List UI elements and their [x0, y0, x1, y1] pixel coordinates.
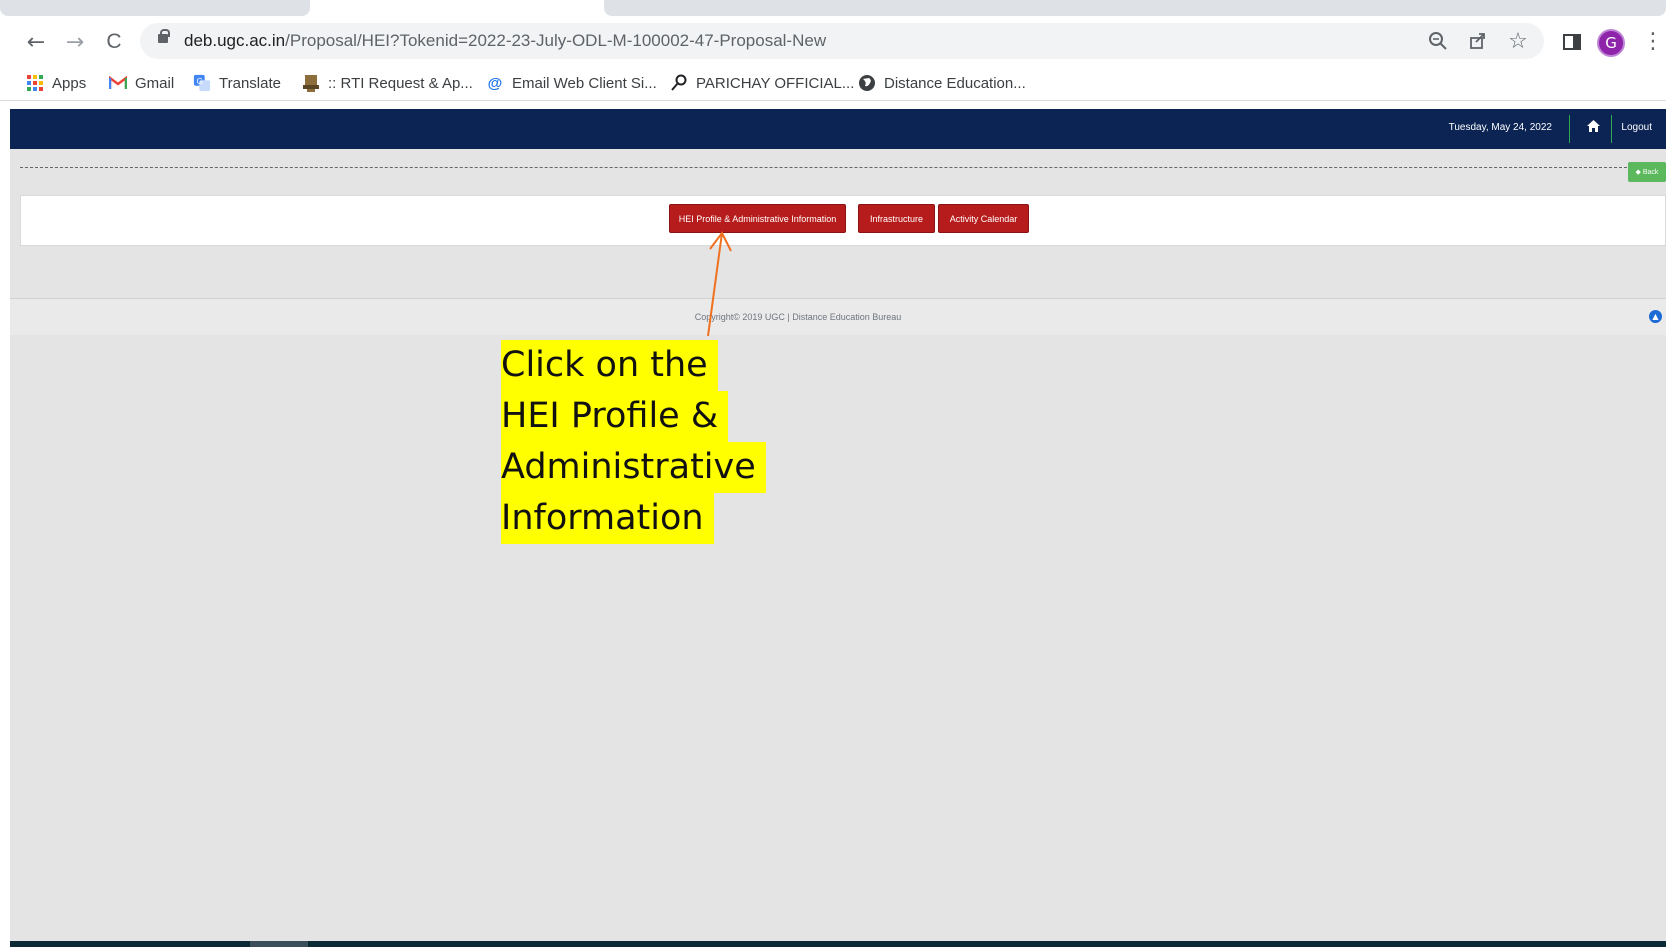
page-viewport: Tuesday, May 24, 2022 Logout ◆ Back HEI …	[10, 109, 1666, 947]
translate-icon: G	[193, 74, 211, 92]
back-button[interactable]: ◆ Back	[1628, 162, 1666, 182]
bookmark-apps[interactable]: Apps	[26, 71, 86, 95]
annotation-line: HEI Profile &	[501, 391, 729, 442]
browser-tab[interactable]	[0, 0, 310, 16]
bookmark-label: Email Web Client Si...	[512, 74, 657, 92]
home-icon[interactable]	[1586, 120, 1600, 134]
dashed-divider	[20, 167, 1632, 168]
bookmark-distance-education[interactable]: Distance Education...	[858, 71, 1026, 95]
tab-panel: HEI Profile & Administrative Information…	[20, 195, 1666, 246]
scroll-to-top-icon[interactable]: ▲	[1649, 310, 1662, 323]
browser-toolbar: ← → C deb.ugc.ac.in/Proposal/HEI?Tokenid…	[0, 20, 1666, 64]
key-icon	[670, 74, 688, 92]
globe-icon	[858, 74, 876, 92]
reload-icon[interactable]: C	[100, 28, 128, 56]
browser-tab-strip	[0, 0, 1666, 20]
profile-avatar[interactable]: G	[1597, 29, 1625, 57]
bookmark-translate[interactable]: G Translate	[193, 71, 281, 95]
annotation-line: Information	[501, 493, 714, 544]
url-host: deb.ugc.ac.in	[184, 31, 286, 50]
at-sign-icon: @	[487, 74, 503, 92]
bookmark-label: Apps	[52, 74, 87, 92]
side-panel-icon[interactable]	[1560, 30, 1584, 54]
kebab-menu-icon[interactable]: ⋮	[1642, 29, 1664, 57]
bookmark-email-web-client[interactable]: @ Email Web Client Si...	[486, 71, 657, 95]
bookmark-label: Translate	[219, 74, 281, 92]
viewport-left-edge	[0, 109, 10, 947]
taskbar-item	[250, 941, 308, 947]
bookmark-label: Distance Education...	[884, 74, 1026, 92]
svg-text:G: G	[197, 77, 203, 86]
lock-icon	[158, 29, 170, 43]
zoom-icon[interactable]	[1426, 29, 1450, 53]
logout-link[interactable]: Logout	[1621, 122, 1652, 133]
bookmark-label: :: RTI Request & Ap...	[328, 74, 473, 92]
apps-grid-icon	[26, 74, 44, 92]
address-bar[interactable]: deb.ugc.ac.in/Proposal/HEI?Tokenid=2022-…	[140, 23, 1544, 59]
tab-hei-profile[interactable]: HEI Profile & Administrative Information	[669, 204, 846, 233]
bookmark-parichay[interactable]: PARICHAY OFFICIAL...	[670, 71, 854, 95]
header-divider	[1611, 115, 1612, 143]
back-arrow-icon[interactable]: ←	[22, 28, 50, 56]
bookmark-rti[interactable]: :: RTI Request & Ap...	[302, 71, 473, 95]
emblem-icon	[302, 74, 320, 92]
url-path: /Proposal/HEI?Tokenid=2022-23-July-ODL-M…	[285, 31, 827, 50]
site-header: Tuesday, May 24, 2022 Logout	[10, 109, 1666, 149]
tab-activity-calendar[interactable]: Activity Calendar	[938, 204, 1029, 233]
url-text[interactable]: deb.ugc.ac.in/Proposal/HEI?Tokenid=2022-…	[184, 31, 826, 51]
header-divider	[1569, 115, 1570, 143]
gmail-icon	[109, 74, 127, 92]
forward-arrow-icon[interactable]: →	[61, 28, 89, 56]
back-button-label: Back	[1642, 168, 1659, 176]
copyright-text: Copyright© 2019 UGC | Distance Education…	[694, 312, 902, 322]
tab-infrastructure[interactable]: Infrastructure	[858, 204, 935, 233]
annotation-line: Administrative	[501, 442, 766, 493]
annotation-callout: Click on the HEI Profile & Administrativ…	[501, 340, 766, 544]
share-icon[interactable]	[1466, 29, 1490, 53]
back-arrow-icon: ◆	[1635, 169, 1643, 176]
bookmarks-bar: Apps Gmail G Translate :: RTI Request & …	[0, 64, 1666, 101]
taskbar-edge	[10, 941, 1666, 947]
bookmark-label: PARICHAY OFFICIAL...	[696, 74, 855, 92]
bookmark-gmail[interactable]: Gmail	[109, 71, 174, 95]
annotation-line: Click on the	[501, 340, 718, 391]
bookmark-label: Gmail	[135, 74, 175, 92]
site-footer: Copyright© 2019 UGC | Distance Education…	[10, 298, 1666, 335]
header-date: Tuesday, May 24, 2022	[1448, 122, 1552, 133]
star-icon[interactable]: ☆	[1506, 29, 1530, 54]
browser-tab[interactable]	[604, 0, 1666, 16]
